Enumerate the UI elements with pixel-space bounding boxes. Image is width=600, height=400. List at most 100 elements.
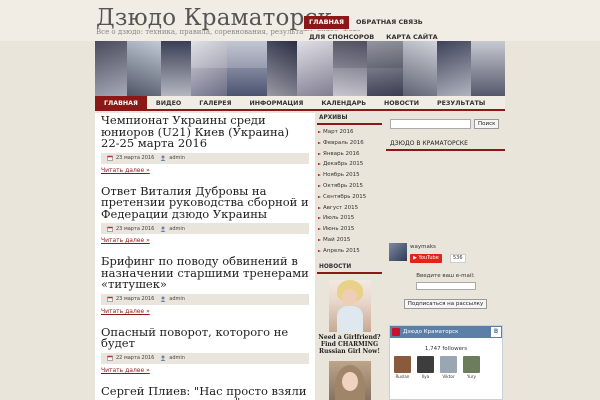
post-title[interactable]: Ответ Виталия Дубровы на претензии руков… (101, 185, 309, 221)
user-icon (160, 355, 166, 361)
archive-link[interactable]: Март 2016 (317, 127, 382, 138)
post-date: 22 марта 2016 (116, 355, 155, 361)
archive-link[interactable]: Июль 2015 (317, 213, 382, 224)
vk-followers: 1,747 followers (424, 346, 468, 352)
nav-results[interactable]: РЕЗУЛЬТАТЫ (428, 96, 494, 109)
vk-group-name[interactable]: Дзюдо Краматорск (403, 329, 491, 335)
post-author[interactable]: admin (169, 226, 185, 232)
archive-link[interactable]: Январь 2016 (317, 149, 382, 160)
read-more-link[interactable]: Читать далее » (101, 308, 309, 315)
nav-calendar[interactable]: КАЛЕНДАРЬ (312, 96, 375, 109)
youtube-subscribe-button[interactable]: ▶ YouTube (410, 254, 442, 263)
vk-icon: В (491, 327, 501, 337)
post-item: Опасный поворот, которого не будет 22 ма… (95, 325, 315, 384)
post-author[interactable]: admin (169, 296, 185, 302)
archive-link[interactable]: Апрель 2015 (317, 246, 382, 257)
calendar-icon (107, 355, 113, 361)
news-title: НОВОСТИ (317, 261, 382, 274)
page: Дзюдо Краматорск Все о дзюдо: техника, п… (0, 0, 600, 400)
search-button[interactable]: Поиск (474, 119, 500, 129)
user-icon (160, 155, 166, 161)
subscriber-count: 536 (450, 254, 466, 263)
user-icon (160, 296, 166, 302)
archive-link[interactable]: Февраль 2016 (317, 138, 382, 149)
avatar (417, 356, 434, 373)
archive-link[interactable]: Июнь 2015 (317, 224, 382, 235)
subscribe-button[interactable]: Подписаться на рассылку (403, 299, 488, 309)
header-banner-collage (95, 41, 505, 96)
archive-link[interactable]: Август 2015 (317, 203, 382, 214)
ad-image-2[interactable] (328, 360, 371, 400)
main-nav: ГЛАВНАЯ ВИДЕО ГАЛЕРЕЯ ИНФОРМАЦИЯ КАЛЕНДА… (95, 96, 505, 111)
judo-widget-title: ДЗЮДО В КРАМАТОРСКЕ (386, 138, 505, 151)
post-title[interactable]: Опасный поворот, которого не будет (101, 326, 309, 350)
post-author[interactable]: admin (169, 355, 185, 361)
calendar-icon (107, 155, 113, 161)
user-icon (160, 226, 166, 232)
post-author[interactable]: admin (169, 155, 185, 161)
post-title[interactable]: Брифинг по поводу обвинений в назначении… (101, 255, 309, 291)
member-name: Viktor (442, 374, 455, 379)
email-label: Введите ваш e-mail: (416, 273, 475, 279)
archive-link[interactable]: Октябрь 2015 (317, 181, 382, 192)
archives-list: Март 2016 Февраль 2016 Январь 2016 Декаб… (317, 125, 382, 259)
nav-gallery[interactable]: ГАЛЕРЕЯ (190, 96, 240, 109)
archive-link[interactable]: Ноябрь 2015 (317, 170, 382, 181)
calendar-icon (107, 226, 113, 232)
member-name: Ilya (421, 374, 430, 379)
read-more-link[interactable]: Читать далее » (101, 237, 309, 244)
post-title[interactable]: Сергей Плиев: "Нас просто взяли и унизил… (101, 385, 309, 400)
archives-title: АРХИВЫ (317, 113, 382, 125)
avatar (440, 356, 457, 373)
calendar-icon (107, 296, 113, 302)
avatar (394, 356, 411, 373)
avatar (463, 356, 480, 373)
read-more-link[interactable]: Читать далее » (101, 367, 309, 374)
ad-text[interactable]: Need a Girlfriend? Find CHARMING Russian… (317, 334, 382, 355)
nav-home[interactable]: ГЛАВНАЯ (95, 96, 147, 109)
search-input[interactable] (390, 119, 471, 129)
read-more-link[interactable]: Читать далее » (101, 167, 309, 174)
post-date: 23 марта 2016 (116, 225, 155, 232)
vk-members: Ruslan Ilya Viktor Yury (394, 356, 480, 379)
member-name: Yury (467, 374, 476, 379)
ad-image[interactable] (328, 279, 371, 332)
archive-link[interactable]: Сентябрь 2015 (317, 192, 382, 203)
archive-link[interactable]: Май 2015 (317, 235, 382, 246)
post-item: Ответ Виталия Дубровы на претензии руков… (95, 184, 315, 255)
post-date: 23 марта 2016 (116, 296, 155, 302)
top-nav-feedback[interactable]: ОБРАТНАЯ СВЯЗЬ (351, 16, 428, 29)
channel-avatar[interactable] (389, 243, 407, 261)
email-subscribe: Введите ваш e-mail: Подписаться на рассы… (386, 270, 505, 309)
vk-member[interactable]: Viktor (440, 356, 457, 379)
vk-widget: Дзюдо Краматорск В 1,747 followers Rusla… (389, 325, 503, 400)
post-meta: 23 марта 2016 admin (101, 293, 309, 305)
youtube-widget: waymaks ▶ YouTube 536 (386, 242, 505, 270)
post-item: Чемпионат Украины среди юниоров (U21) Ки… (95, 113, 315, 184)
top-nav-home[interactable]: ГЛАВНАЯ (304, 16, 350, 29)
post-list: Чемпионат Украины среди юниоров (U21) Ки… (95, 113, 315, 400)
nav-news[interactable]: НОВОСТИ (375, 96, 428, 109)
post-title[interactable]: Чемпионат Украины среди юниоров (U21) Ки… (101, 114, 309, 150)
sidebar-right: Поиск ДЗЮДО В КРАМАТОРСКЕ waymaks ▶ YouT… (386, 113, 505, 400)
vk-member[interactable]: Ilya (417, 356, 434, 379)
post-meta: 23 марта 2016 admin (101, 223, 309, 234)
email-field[interactable] (415, 282, 476, 290)
post-meta: 23 марта 2016 admin (101, 152, 309, 164)
vk-header[interactable]: Дзюдо Краматорск В (390, 326, 502, 338)
search-form: Поиск (386, 113, 505, 129)
vk-member[interactable]: Ruslan (394, 356, 411, 379)
top-nav: ГЛАВНАЯ ОБРАТНАЯ СВЯЗЬ ДЛЯ СПОНСОРОВ КАР… (304, 16, 504, 44)
site-header: Дзюдо Краматорск Все о дзюдо: техника, п… (0, 0, 600, 44)
sidebar-archives-news: АРХИВЫ Март 2016 Февраль 2016 Январь 201… (317, 113, 382, 400)
post-item: Брифинг по поводу обвинений в назначении… (95, 254, 315, 325)
vk-member[interactable]: Yury (463, 356, 480, 379)
nav-info[interactable]: ИНФОРМАЦИЯ (240, 96, 312, 109)
nav-video[interactable]: ВИДЕО (147, 96, 190, 109)
archive-link[interactable]: Декабрь 2015 (317, 159, 382, 170)
group-logo-icon (392, 328, 400, 336)
youtube-button-label: YouTube (418, 255, 439, 261)
post-date: 23 марта 2016 (116, 155, 155, 161)
post-item: Сергей Плиев: "Нас просто взяли и унизил… (95, 384, 315, 400)
channel-name[interactable]: waymaks (410, 244, 436, 250)
